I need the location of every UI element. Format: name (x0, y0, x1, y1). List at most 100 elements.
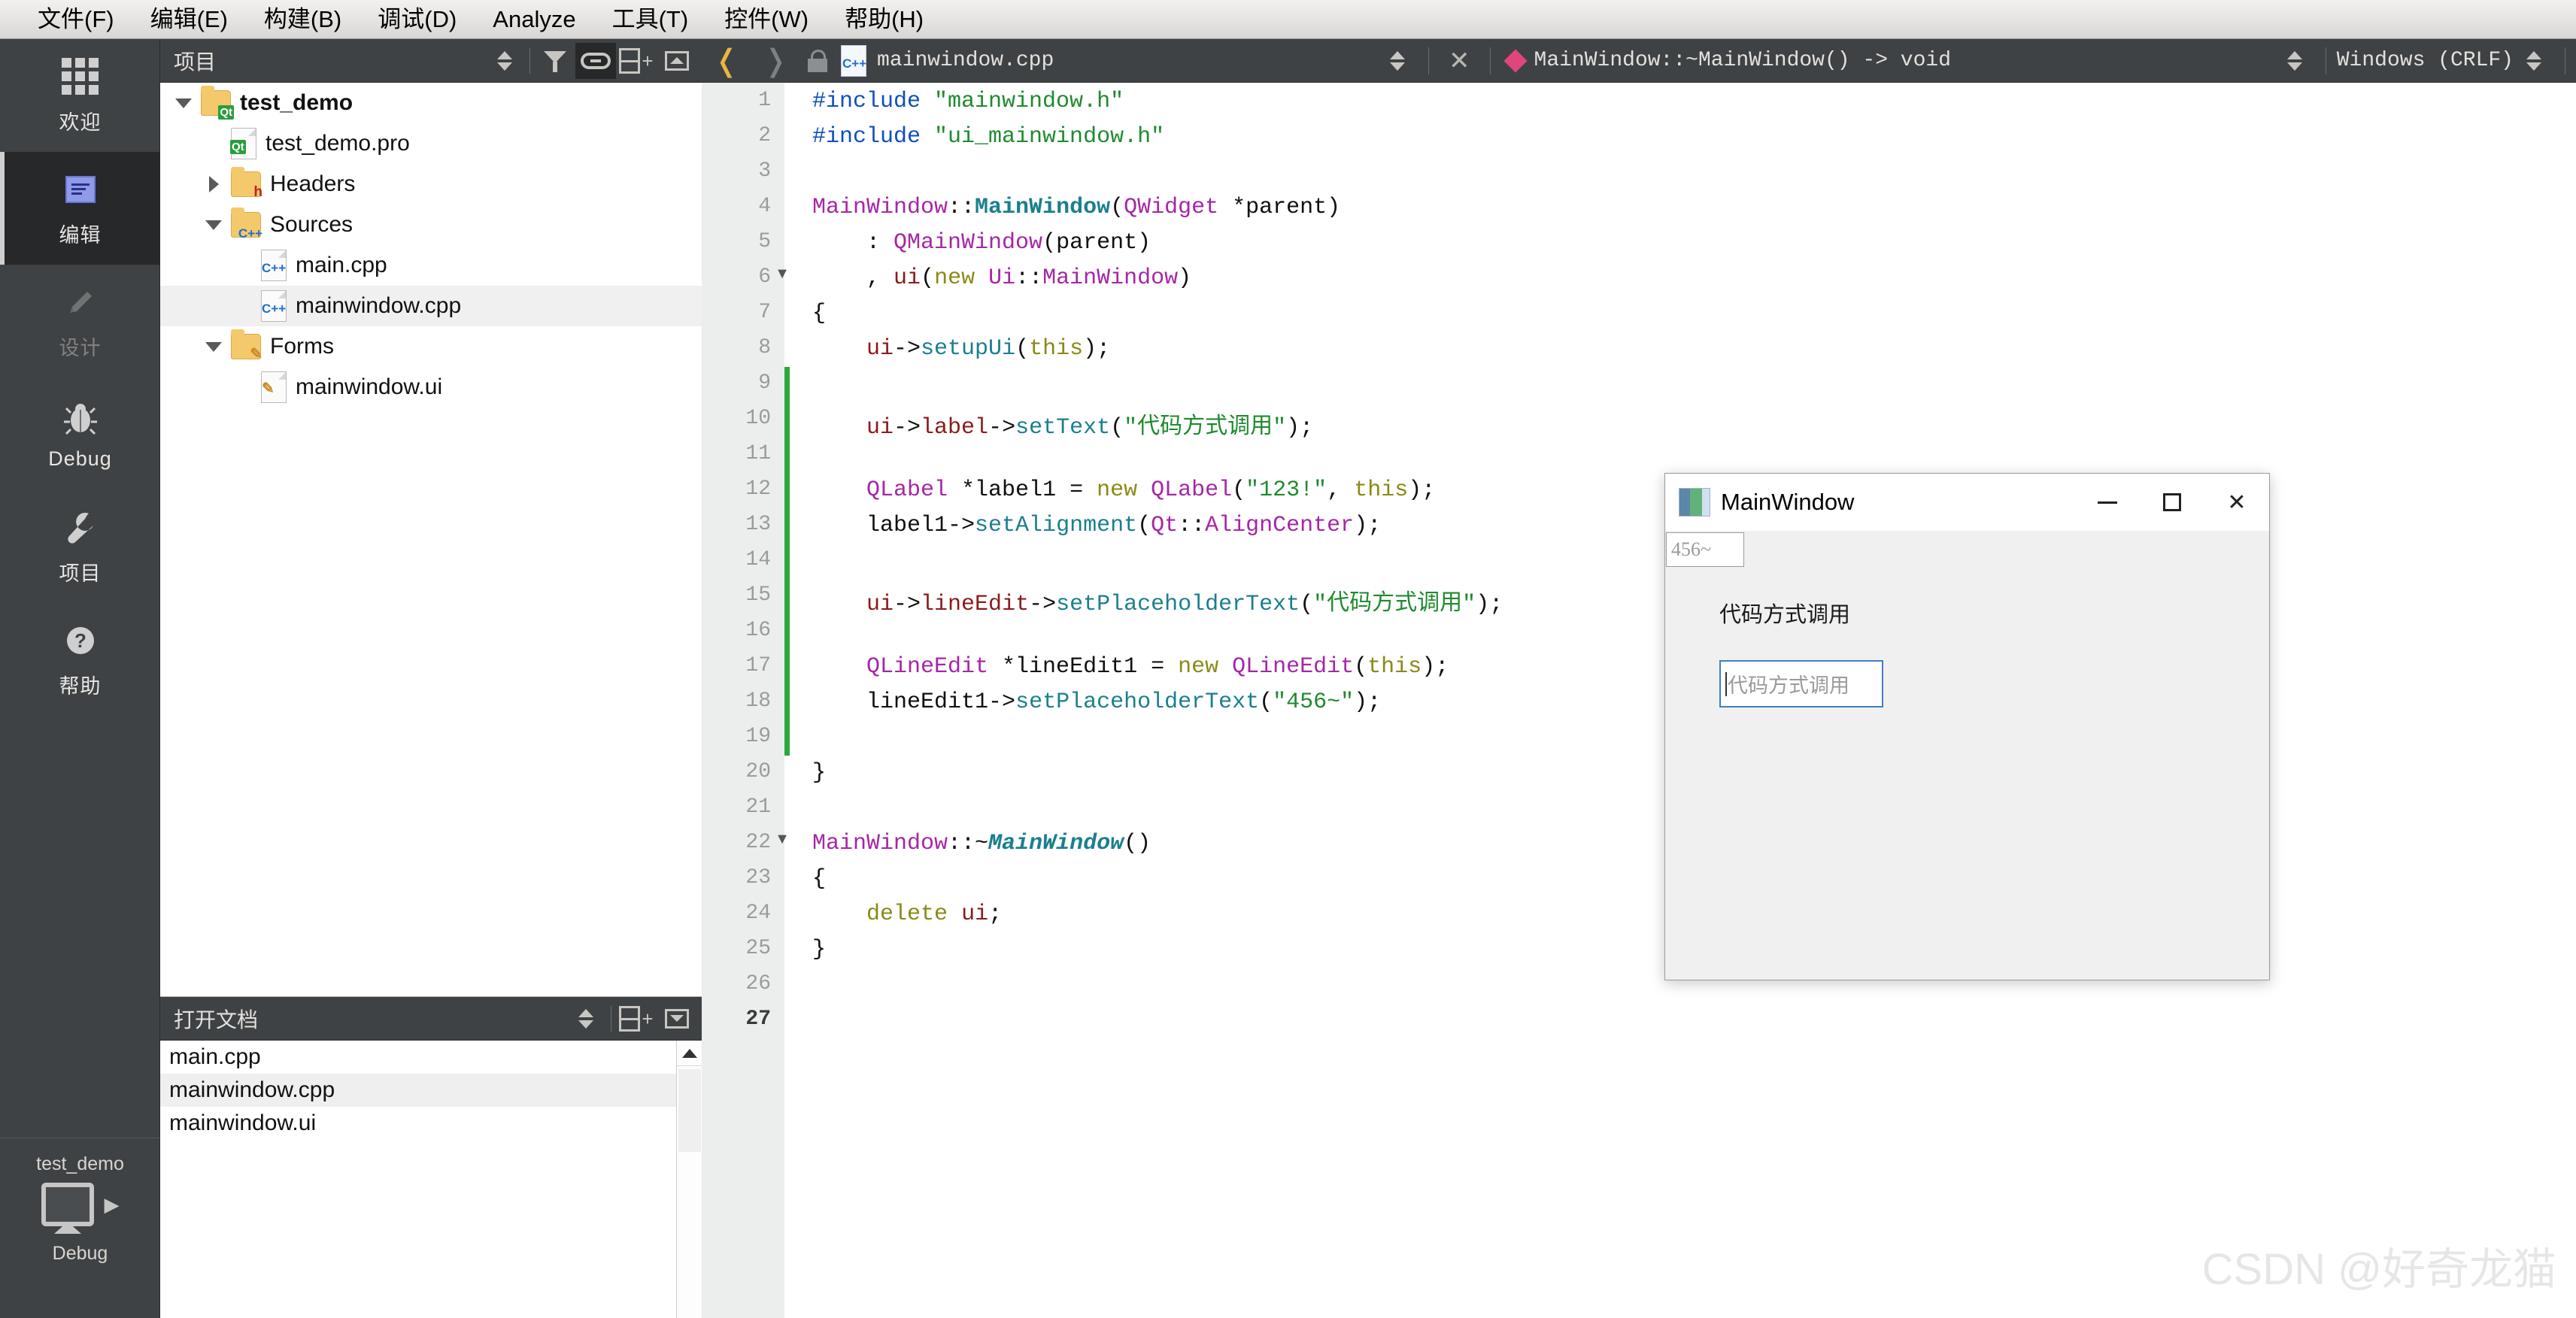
open-document-item[interactable]: mainwindow.ui (160, 1107, 702, 1140)
line-number: 21 (745, 795, 771, 819)
question-circle-icon: ? (60, 620, 101, 661)
close-button[interactable]: ✕ (2204, 474, 2269, 531)
split-add-icon[interactable]: + (616, 1001, 657, 1037)
line-number: 2 (758, 124, 771, 147)
symbol-combo-arrows[interactable] (2274, 43, 2315, 79)
tree-item[interactable]: C++ main.cpp (160, 245, 702, 286)
mode-design[interactable]: 设计 (0, 265, 160, 377)
mode-welcome[interactable]: 欢迎 (0, 39, 160, 152)
code-token: this (1354, 477, 1409, 503)
menu-item-1[interactable]: 编辑(E) (132, 5, 246, 34)
fold-toggle-icon[interactable]: ▼ (774, 831, 790, 848)
open-document-item[interactable]: main.cpp (160, 1041, 702, 1074)
code-token: label (921, 415, 989, 441)
grid-icon (60, 56, 101, 97)
app-line-edit-placeholder: 代码方式调用 (1728, 674, 1849, 697)
line-number: 11 (745, 442, 771, 465)
code-token: setupUi (921, 336, 1016, 362)
folder-h-icon: h (231, 167, 262, 199)
code-token: Qt (1151, 513, 1179, 538)
scroll-up-arrow[interactable] (677, 1041, 702, 1066)
tree-item-label: mainwindow.cpp (296, 293, 462, 318)
code-token: ( (1232, 477, 1246, 503)
open-documents-combo-arrows[interactable] (566, 1001, 606, 1037)
open-document-item[interactable]: mainwindow.cpp (160, 1074, 702, 1107)
open-documents-list[interactable]: main.cpp mainwindow.cpp mainwindow.ui (160, 1041, 702, 1318)
close-panel-icon[interactable] (657, 1001, 697, 1037)
menu-item-5[interactable]: 工具(T) (594, 5, 707, 34)
menu-item-4[interactable]: Analyze (475, 5, 593, 34)
mode-debug[interactable]: Debug (0, 377, 160, 490)
menu-item-0[interactable]: 文件(F) (20, 5, 132, 34)
code-line: } (812, 937, 826, 962)
minimize-button[interactable] (2075, 474, 2140, 531)
tree-item[interactable]: Qt test_demo (160, 83, 702, 123)
close-document-button[interactable]: ✕ (1440, 48, 1479, 74)
project-tree[interactable]: Qt test_demo Qt test_demo.pro h Headers C++ Sou… (160, 83, 702, 997)
split-add-icon[interactable]: + (616, 43, 657, 79)
tree-item[interactable]: C++ Sources (160, 205, 702, 245)
mainwindow-app-window[interactable]: MainWindow ✕ 456~ 代码方式调用 代码方式调用 (1664, 473, 2270, 980)
editor-filename[interactable]: mainwindow.cpp (877, 49, 1054, 72)
menu-item-2[interactable]: 构建(B) (246, 5, 360, 34)
tree-item[interactable]: ✎ Forms (160, 326, 702, 367)
divider (529, 47, 530, 74)
app-line-edit[interactable]: 代码方式调用 (1719, 660, 1883, 707)
line-number: 20 (745, 760, 771, 783)
mode-projects[interactable]: 项目 (0, 490, 160, 603)
mode-help[interactable]: ? 帮助 (0, 603, 160, 716)
file-ui-icon: ✎ (261, 371, 287, 403)
menu-item-7[interactable]: 帮助(H) (827, 5, 942, 34)
code-token: new (1178, 654, 1219, 680)
symbol-selector[interactable]: MainWindow::~MainWindow() -> void (1534, 49, 1952, 72)
line-number: 17 (745, 654, 771, 677)
tree-item[interactable]: C++ mainwindow.cpp (160, 286, 702, 326)
chevron-down-icon[interactable] (166, 98, 201, 108)
code-token: { (812, 866, 827, 892)
tree-item[interactable]: Qt test_demo.pro (160, 123, 702, 164)
filter-icon[interactable] (535, 43, 575, 79)
menu-item-6[interactable]: 控件(W) (706, 5, 827, 34)
line-number: 14 (745, 548, 771, 571)
code-token: AlignCenter (1205, 513, 1355, 538)
menu-item-3[interactable]: 调试(D) (360, 5, 475, 34)
line-number: 26 (745, 972, 771, 995)
bug-icon (60, 398, 101, 438)
close-panel-icon[interactable] (657, 43, 697, 79)
line-number: 9 (758, 371, 771, 395)
line-number: 4 (758, 195, 771, 218)
code-token: MainWindow (1042, 265, 1179, 291)
open-documents-scrollbar[interactable] (676, 1041, 702, 1318)
unlocked-icon[interactable] (808, 49, 828, 72)
link-icon[interactable] (575, 42, 616, 79)
fold-toggle-icon[interactable]: ▼ (774, 265, 790, 283)
app-window-title-bar[interactable]: MainWindow ✕ (1665, 474, 2269, 531)
tree-item[interactable]: ✎ mainwindow.ui (160, 367, 702, 408)
maximize-button[interactable] (2140, 474, 2204, 531)
chevron-right-icon[interactable] (196, 176, 231, 192)
line-ending-combo-arrows[interactable] (2514, 43, 2554, 79)
navigate-back-icon[interactable]: ❬ (702, 46, 751, 76)
filename-combo-arrows[interactable] (1377, 43, 1418, 79)
code-token: :: (948, 195, 975, 220)
kit-expand-arrow[interactable]: ▶ (105, 1193, 120, 1216)
mini-line-edit[interactable]: 456~ (1666, 532, 1744, 567)
code-token: MainWindow (812, 195, 948, 220)
kit-selector[interactable]: test_demo ▶ Debug (0, 1138, 160, 1318)
code-token: "ui_mainwindow.h" (934, 124, 1165, 150)
code-line: ui->lineEdit->setPlaceholderText("代码方式调用… (812, 583, 1503, 617)
projects-panel-combo-arrows[interactable] (484, 43, 525, 79)
navigate-forward-icon[interactable]: ❭ (751, 46, 801, 76)
scrollbar-thumb[interactable] (678, 1069, 701, 1152)
chevron-down-icon[interactable] (196, 220, 231, 230)
code-line: QLineEdit *lineEdit1 = new QLineEdit(thi… (812, 654, 1449, 680)
tree-item[interactable]: h Headers (160, 164, 702, 205)
mode-edit[interactable]: 编辑 (0, 152, 160, 265)
line-ending-selector[interactable]: Windows (CRLF) (2337, 49, 2514, 72)
code-token: ( (1137, 513, 1151, 538)
chevron-down-icon[interactable] (196, 341, 231, 352)
code-editor[interactable]: 1 #include "mainwindow.h" 2 #include "ui_ma… (702, 83, 2576, 1318)
code-token: : (812, 230, 894, 256)
